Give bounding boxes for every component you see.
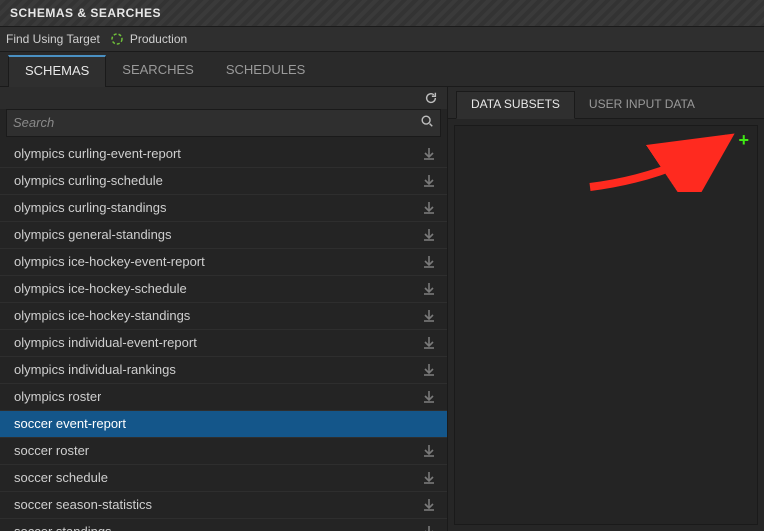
- download-icon[interactable]: [421, 389, 437, 405]
- left-toolbar: [0, 87, 447, 109]
- list-item-label: olympics roster: [14, 389, 101, 404]
- download-icon[interactable]: [421, 470, 437, 486]
- download-icon[interactable]: [421, 254, 437, 270]
- download-icon[interactable]: [421, 281, 437, 297]
- list-item[interactable]: olympics general-standings: [0, 222, 447, 249]
- list-item[interactable]: olympics individual-rankings: [0, 357, 447, 384]
- list-item[interactable]: olympics roster: [0, 384, 447, 411]
- list-item-label: olympics ice-hockey-schedule: [14, 281, 187, 296]
- list-item-label: soccer season-statistics: [14, 497, 152, 512]
- download-icon[interactable]: [421, 362, 437, 378]
- titlebar: SCHEMAS & SEARCHES: [0, 0, 764, 27]
- search-icon[interactable]: [420, 114, 434, 131]
- right-panel: DATA SUBSETSUSER INPUT DATA × +: [448, 87, 764, 531]
- download-icon[interactable]: [421, 497, 437, 513]
- list-item[interactable]: olympics curling-standings: [0, 195, 447, 222]
- download-icon[interactable]: [421, 335, 437, 351]
- download-icon[interactable]: [421, 443, 437, 459]
- download-icon[interactable]: [421, 227, 437, 243]
- schema-list[interactable]: olympics curling-event-report olympics cu…: [0, 141, 447, 531]
- download-icon[interactable]: [421, 173, 437, 189]
- subtab-body: × +: [454, 125, 758, 525]
- list-item-label: olympics curling-standings: [14, 200, 166, 215]
- target-value[interactable]: Production: [130, 32, 187, 46]
- list-item-label: soccer standings: [14, 524, 112, 531]
- close-icon: ×: [720, 132, 729, 149]
- list-item-label: olympics individual-event-report: [14, 335, 197, 350]
- list-item-label: olympics general-standings: [14, 227, 172, 242]
- target-icon: [110, 32, 124, 46]
- tab-searches[interactable]: SEARCHES: [106, 54, 210, 86]
- download-icon[interactable]: [421, 146, 437, 162]
- list-item-label: soccer event-report: [14, 416, 126, 431]
- tab-schedules[interactable]: SCHEDULES: [210, 54, 321, 86]
- list-item-label: olympics ice-hockey-event-report: [14, 254, 205, 269]
- list-item[interactable]: soccer standings: [0, 519, 447, 531]
- list-item[interactable]: olympics curling-event-report: [0, 141, 447, 168]
- list-item[interactable]: soccer schedule: [0, 465, 447, 492]
- titlebar-title: SCHEMAS & SEARCHES: [10, 6, 161, 20]
- search-bar: [6, 109, 441, 137]
- main-tabs: SCHEMASSEARCHESSCHEDULES: [0, 52, 764, 87]
- list-item[interactable]: olympics ice-hockey-event-report: [0, 249, 447, 276]
- list-item-label: olympics ice-hockey-standings: [14, 308, 190, 323]
- list-item[interactable]: olympics ice-hockey-schedule: [0, 276, 447, 303]
- refresh-icon[interactable]: [423, 90, 439, 106]
- subtab-tools: × +: [720, 132, 749, 149]
- target-bar: Find Using Target Production: [0, 27, 764, 52]
- list-item[interactable]: olympics curling-schedule: [0, 168, 447, 195]
- list-item[interactable]: soccer event-report: [0, 411, 447, 438]
- main: olympics curling-event-report olympics cu…: [0, 87, 764, 531]
- window: SCHEMAS & SEARCHES Find Using Target Pro…: [0, 0, 764, 531]
- list-item-label: olympics curling-schedule: [14, 173, 163, 188]
- list-item-label: soccer roster: [14, 443, 89, 458]
- download-icon[interactable]: [421, 200, 437, 216]
- list-item[interactable]: soccer season-statistics: [0, 492, 447, 519]
- list-item-label: soccer schedule: [14, 470, 108, 485]
- download-icon[interactable]: [421, 308, 437, 324]
- left-panel: olympics curling-event-report olympics cu…: [0, 87, 448, 531]
- subtab-user-input-data[interactable]: USER INPUT DATA: [575, 91, 709, 118]
- target-label: Find Using Target: [6, 32, 100, 46]
- subtab-data-subsets[interactable]: DATA SUBSETS: [456, 91, 575, 119]
- search-input[interactable]: [13, 115, 414, 130]
- tab-schemas[interactable]: SCHEMAS: [8, 55, 106, 87]
- list-item-label: olympics individual-rankings: [14, 362, 176, 377]
- list-item[interactable]: soccer roster: [0, 438, 447, 465]
- sub-tabs: DATA SUBSETSUSER INPUT DATA: [448, 87, 764, 119]
- list-item[interactable]: olympics ice-hockey-standings: [0, 303, 447, 330]
- add-icon[interactable]: +: [738, 133, 749, 147]
- list-item[interactable]: olympics individual-event-report: [0, 330, 447, 357]
- list-item-label: olympics curling-event-report: [14, 146, 181, 161]
- download-icon[interactable]: [421, 524, 437, 531]
